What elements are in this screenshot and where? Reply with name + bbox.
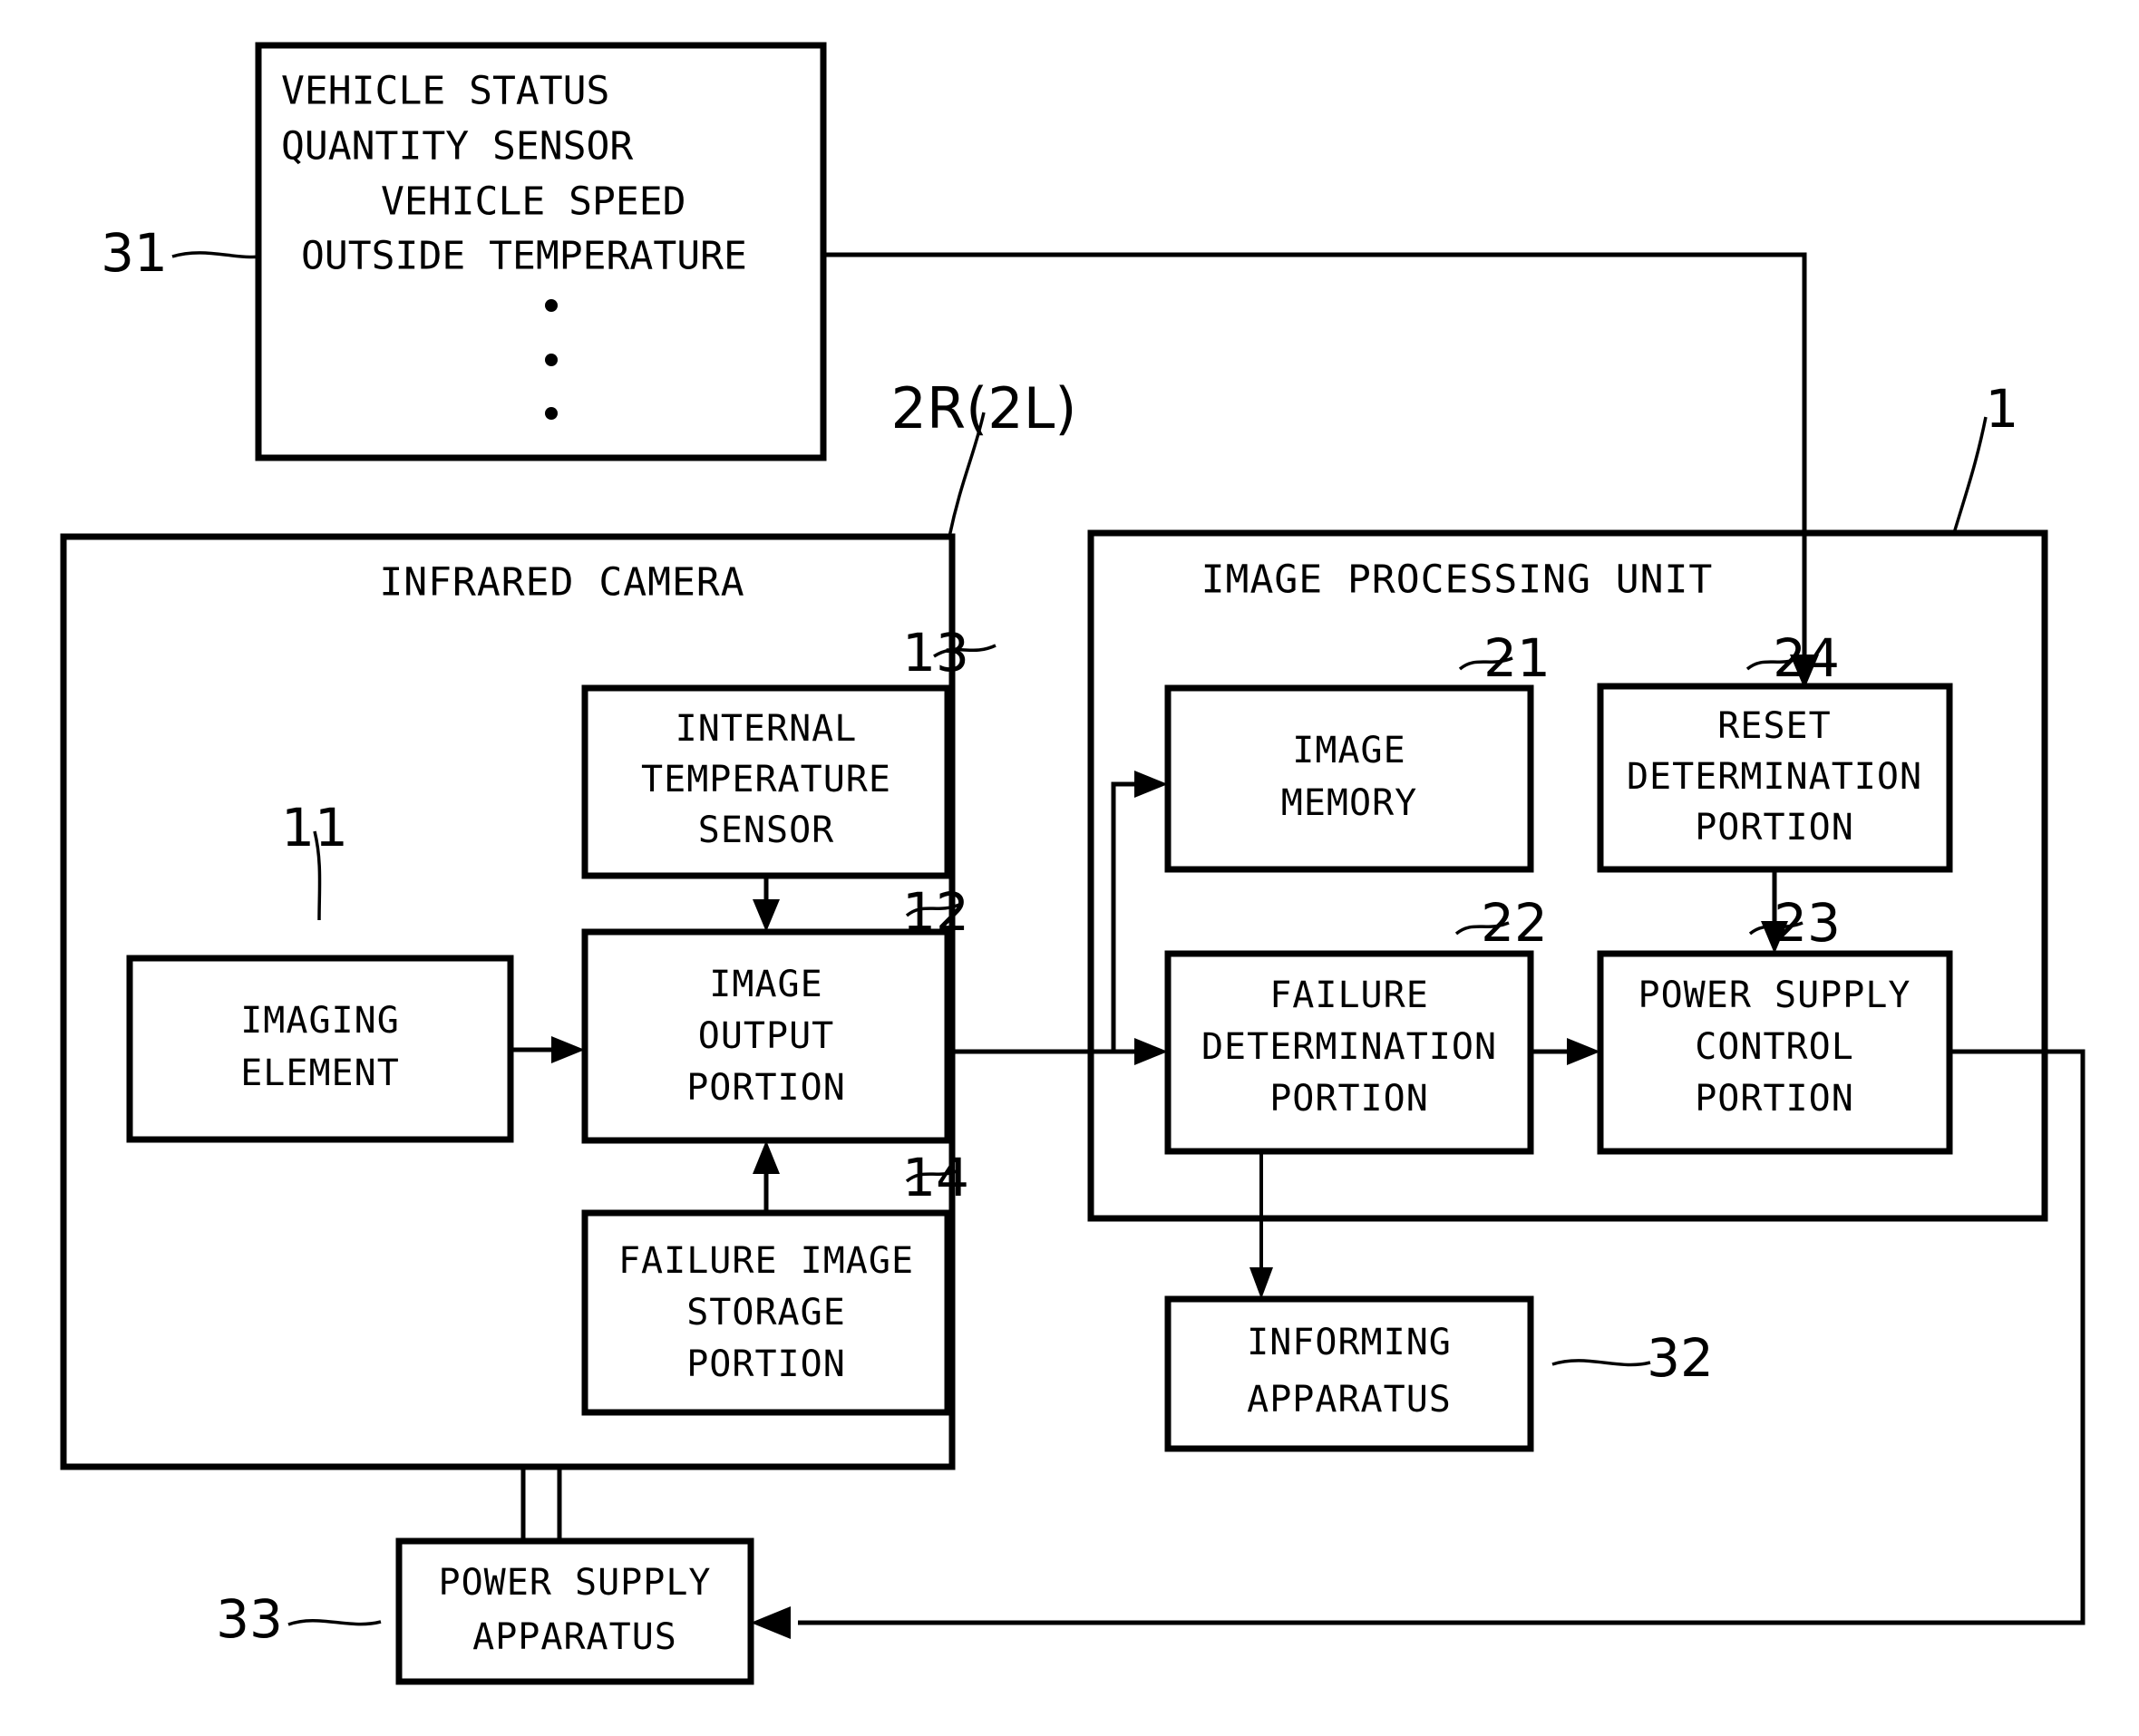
ellipsis-dot-3 [545, 407, 558, 420]
leader-line-1 [1952, 416, 1988, 534]
arrowhead-failuredet-to-informing [1249, 1267, 1273, 1299]
leader-line-11 [313, 830, 322, 921]
arrowhead-to-failure-determination [1134, 1038, 1168, 1065]
internal-temperature-sensor-box [581, 684, 951, 879]
leader-line-32 [1551, 1359, 1651, 1367]
block-diagram-svg [60, 42, 2086, 1685]
image-memory-box [1164, 684, 1534, 873]
leader-line-21 [1458, 656, 1513, 671]
leader-line-22 [1454, 921, 1510, 936]
failure-image-storage-portion-box [581, 1209, 951, 1416]
leader-line-2r2l [948, 412, 986, 538]
failure-determination-portion-box [1164, 950, 1534, 1155]
power-supply-control-portion-box [1597, 950, 1953, 1155]
reset-determination-portion-box [1597, 683, 1953, 873]
vehicle-status-sensor-box [255, 42, 827, 461]
informing-apparatus-box [1164, 1295, 1534, 1452]
ellipsis-dot-1 [545, 299, 558, 312]
arrowhead-powerctl-to-psu [751, 1606, 791, 1639]
image-output-portion-box [581, 928, 951, 1144]
arrowhead-failuredet-to-powerctl [1567, 1038, 1600, 1065]
arrowhead-to-image-memory [1134, 771, 1168, 798]
patent-figure-canvas: VEHICLE STATUS QUANTITY SENSOR VEHICLE S… [0, 0, 2139, 1736]
ellipsis-dot-2 [545, 354, 558, 366]
arrowhead-failurestorage-to-imageoutput [753, 1140, 780, 1174]
arrowhead-resetdet-to-powerctl [1761, 921, 1788, 954]
leader-line-33 [287, 1618, 382, 1626]
leader-line-13 [933, 644, 997, 658]
arrowhead-tempsensor-to-imageoutput [753, 899, 780, 932]
wire-branch-to-image-memory [1111, 781, 1138, 1052]
arrowhead-imaging-to-imageoutput [551, 1036, 585, 1063]
imaging-element-box [126, 955, 514, 1143]
leader-line-24 [1745, 656, 1801, 671]
power-supply-apparatus-box [395, 1537, 754, 1685]
